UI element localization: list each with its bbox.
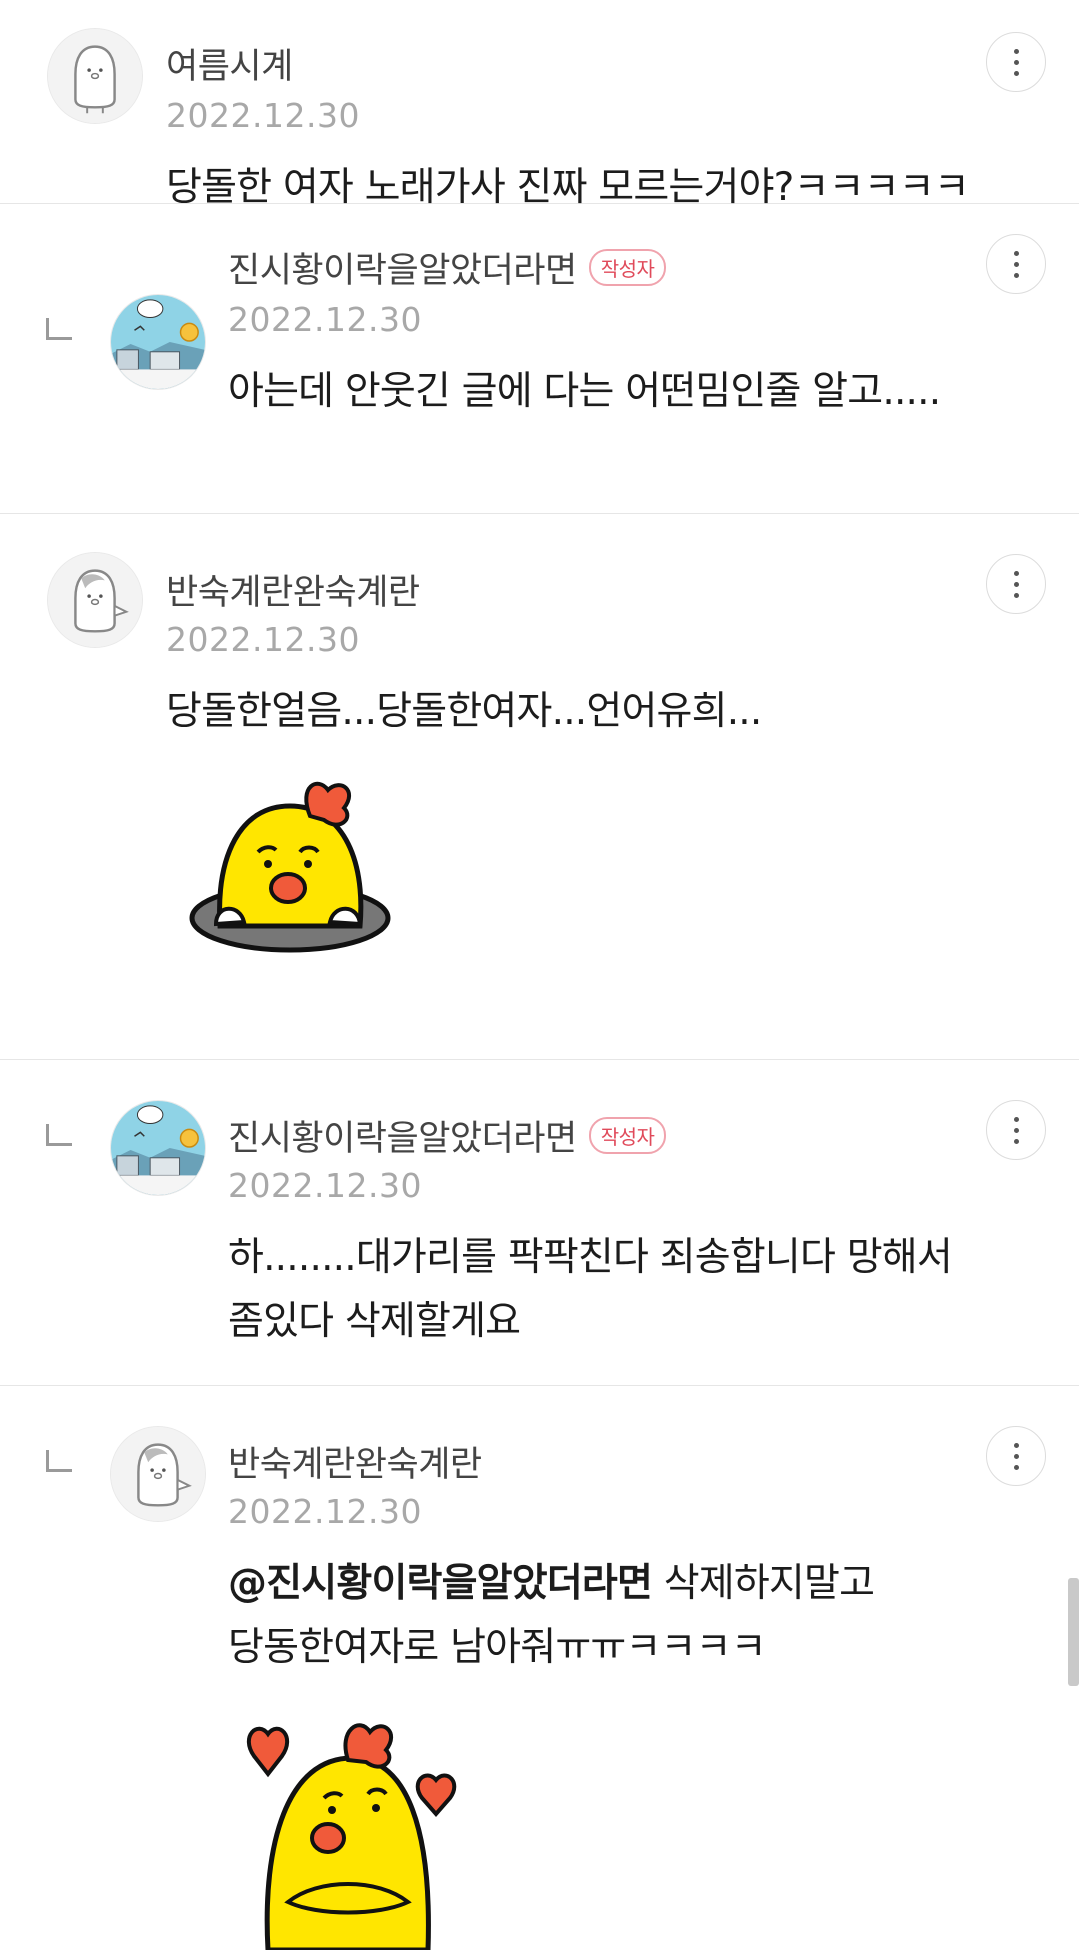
penguin-avatar-icon: [111, 1427, 205, 1521]
mention-link[interactable]: @진시황이락을알았더라면: [228, 1561, 653, 1606]
avatar[interactable]: [47, 28, 143, 124]
scrollbar-thumb[interactable]: [1068, 1578, 1079, 1686]
avatar[interactable]: [110, 1426, 206, 1522]
reply-indent-icon: [46, 1450, 72, 1472]
comment-text-line: 좀있다 삭제할게요: [228, 1299, 521, 1344]
reply-item: 진시황이락을알았더라면 작성자 2022.12.30 아는데 안웃긴 글에 다는 …: [0, 204, 1079, 514]
comment-item: 반숙계란완숙계란 2022.12.30 당돌한얼음...당돌한여자...언어유희…: [0, 514, 1079, 1060]
nickname[interactable]: 여름시계: [166, 38, 293, 89]
nickname-text[interactable]: 진시황이락을알았더라면: [228, 251, 577, 291]
comment-date: 2022.12.30: [166, 96, 360, 135]
comment-text-line: 당동한여자로 남아줘ㅠㅠㅋㅋㅋㅋ: [228, 1625, 767, 1670]
more-vertical-icon: [1014, 251, 1019, 256]
comment-date: 2022.12.30: [228, 1166, 422, 1205]
author-badge: 작성자: [588, 1117, 667, 1154]
more-vertical-icon-dot: [1014, 1465, 1019, 1470]
penguin-avatar-icon: [48, 29, 142, 123]
nickname[interactable]: 진시황이락을알았더라면 작성자: [228, 242, 667, 293]
nickname[interactable]: 반숙계란완숙계란: [166, 564, 420, 615]
more-vertical-icon: [1014, 1117, 1019, 1122]
comment-text: 삭제하지말고: [652, 1561, 875, 1606]
comment-text-line: 하........대가리를 팍팍친다 죄송합니다 망해서: [228, 1235, 953, 1280]
more-vertical-icon-dot: [1014, 71, 1019, 76]
more-vertical-icon-dot: [1014, 1128, 1019, 1133]
more-vertical-icon-dot: [1014, 273, 1019, 278]
reply-indent-icon: [46, 318, 72, 340]
comment-date: 2022.12.30: [228, 1492, 422, 1531]
more-options-button[interactable]: [986, 234, 1046, 294]
more-vertical-icon-dot: [1014, 262, 1019, 267]
avatar[interactable]: [110, 294, 206, 390]
more-vertical-icon-dot: [1014, 1454, 1019, 1459]
comment-date: 2022.12.30: [166, 620, 360, 659]
more-vertical-icon-dot: [1014, 582, 1019, 587]
more-options-button[interactable]: [986, 554, 1046, 614]
nickname[interactable]: 반숙계란완숙계란: [228, 1436, 482, 1487]
more-options-button[interactable]: [986, 32, 1046, 92]
comment-item: 여름시계 2022.12.30 당돌한 여자 노래가사 진짜 모르는거야?ㅋㅋㅋ…: [0, 0, 1079, 210]
more-vertical-icon: [1014, 1443, 1019, 1448]
nickname[interactable]: 진시황이락을알았더라면 작성자: [228, 1110, 667, 1161]
avatar[interactable]: [110, 1100, 206, 1196]
author-badge: 작성자: [588, 249, 667, 286]
chick-hearts-sticker-image: [246, 1723, 457, 1950]
comment-text: 당돌한얼음...당돌한여자...언어유희...: [166, 689, 762, 734]
nickname-text[interactable]: 진시황이락을알았더라면: [228, 1119, 577, 1159]
more-vertical-icon: [1014, 49, 1019, 54]
avatar[interactable]: [47, 552, 143, 648]
more-options-button[interactable]: [986, 1100, 1046, 1160]
comment-text-line: @진시황이락을알았더라면 삭제하지말고: [228, 1552, 875, 1616]
reply-indent-icon: [46, 1124, 72, 1146]
more-vertical-icon-dot: [1014, 60, 1019, 65]
more-vertical-icon: [1014, 571, 1019, 576]
reply-item: 반숙계란완숙계란 2022.12.30 @진시황이락을알았더라면 삭제하지말고 …: [0, 1386, 1079, 1950]
scenery-avatar-icon: [111, 1101, 205, 1195]
more-vertical-icon-dot: [1014, 593, 1019, 598]
scenery-avatar-icon: [111, 295, 205, 389]
chick-sticker-image: [189, 781, 391, 953]
penguin-avatar-icon: [48, 553, 142, 647]
more-vertical-icon-dot: [1014, 1139, 1019, 1144]
reply-item: 진시황이락을알았더라면 작성자 2022.12.30 하........대가리를 …: [0, 1060, 1079, 1386]
comment-date: 2022.12.30: [228, 300, 422, 339]
comment-text: 아는데 안웃긴 글에 다는 어떤밈인줄 알고.....: [228, 369, 941, 414]
more-options-button[interactable]: [986, 1426, 1046, 1486]
